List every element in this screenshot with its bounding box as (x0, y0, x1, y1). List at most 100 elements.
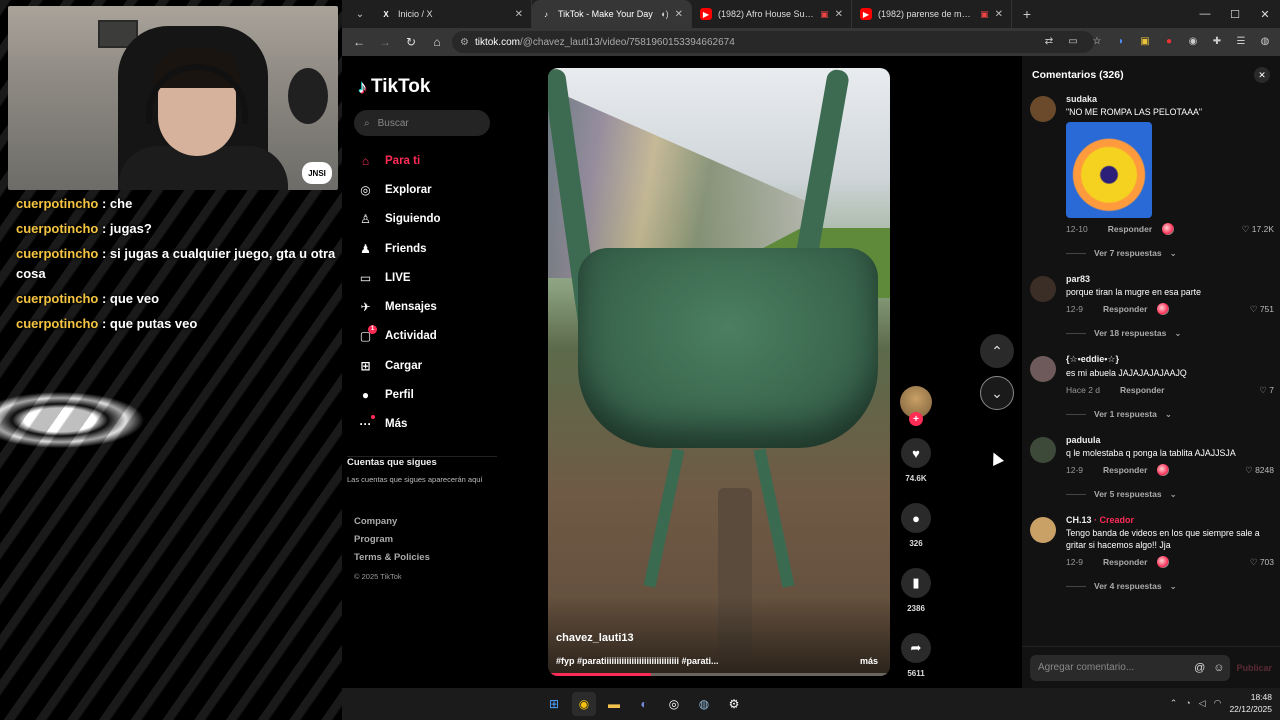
view-replies-button[interactable]: Ver 1 respuesta ⌄ (1066, 405, 1274, 423)
url-field[interactable]: ⚙ tiktok.com/@chavez_lauti13/video/75819… (452, 31, 1094, 53)
extension-b-icon[interactable]: ▣ (1138, 34, 1152, 48)
close-window-icon[interactable]: ✕ (1250, 0, 1280, 28)
file-explorer-icon[interactable]: ▬ (602, 692, 626, 716)
chrome-icon[interactable]: ◉ (572, 692, 596, 716)
comment-username[interactable]: par83 (1066, 274, 1274, 284)
mute-icon[interactable]: ▣ (820, 9, 829, 20)
footer-terms-link[interactable]: Terms & Policies (354, 552, 430, 570)
publish-button[interactable]: Publicar (1236, 663, 1272, 673)
site-info-icon[interactable]: ⚙ (460, 37, 469, 48)
avatar[interactable] (1030, 437, 1056, 463)
bookmark-star-icon[interactable]: ☆ (1090, 34, 1104, 48)
view-replies-button[interactable]: Ver 4 respuestas ⌄ (1066, 577, 1274, 595)
tab-search-icon[interactable]: ⌄ (348, 2, 372, 26)
sidebar-item-parati[interactable]: ⌂ Para ti (358, 146, 441, 175)
view-replies-button[interactable]: Ver 5 respuestas ⌄ (1066, 485, 1274, 503)
sidebar-item-siguiendo[interactable]: ♙ Siguiendo (358, 205, 440, 234)
video-author[interactable]: chavez_lauti13 (556, 632, 634, 644)
previous-video-button[interactable]: ⌃ (980, 334, 1014, 368)
extension-a-icon[interactable]: ◗ (1114, 34, 1128, 48)
search-input[interactable]: ⌕ Buscar (354, 110, 490, 136)
minimize-icon[interactable]: — (1190, 0, 1220, 28)
translate-icon[interactable]: ⇄ (1042, 34, 1056, 48)
sidebar-item-live[interactable]: ▭ LIVE (358, 263, 441, 292)
reply-button[interactable]: Responder (1103, 557, 1147, 567)
comment-input[interactable]: Agregar comentario... @ ☺ (1030, 654, 1231, 681)
browser-tab[interactable]: ▶ (1982) parense de manos - You ▣ ✕ (852, 0, 1012, 28)
volume-icon[interactable]: ◁ (1199, 698, 1206, 709)
home-browser-icon[interactable]: ⌂ (426, 31, 448, 53)
tab-close-icon[interactable]: ✕ (675, 9, 683, 20)
follow-plus-icon[interactable]: + (909, 412, 923, 426)
comment-icon[interactable]: ● (901, 503, 931, 533)
extension-d-icon[interactable]: ◉ (1186, 34, 1200, 48)
steam-icon[interactable]: ◍ (692, 692, 716, 716)
avatar[interactable] (1030, 517, 1056, 543)
comment-likes[interactable]: ♡ 17.2K (1242, 224, 1274, 235)
extension-c-icon[interactable]: ● (1162, 34, 1176, 48)
avatar[interactable] (1030, 356, 1056, 382)
reply-button[interactable]: Responder (1120, 385, 1164, 395)
avatar[interactable] (1030, 96, 1056, 122)
emoji-icon[interactable]: ☺ (1213, 662, 1224, 674)
author-avatar[interactable]: + (900, 386, 932, 426)
video-progress[interactable] (548, 673, 890, 676)
comment-likes[interactable]: ♡ 7 (1259, 385, 1274, 396)
sidebar-item-actividad[interactable]: ▢ 1 Actividad (358, 322, 441, 351)
view-replies-button[interactable]: Ver 18 respuestas ⌄ (1066, 324, 1274, 342)
obs-icon[interactable]: ◎ (662, 692, 686, 716)
bookmark-icon[interactable]: ▮ (901, 568, 931, 598)
share-action[interactable]: ➦ 5611 (898, 633, 934, 678)
back-icon[interactable]: ← (348, 31, 370, 53)
comment-likes[interactable]: ♡ 703 (1250, 557, 1274, 568)
mute-icon[interactable]: ▣ (980, 9, 989, 20)
forward-icon[interactable]: → (374, 31, 396, 53)
browser-tab[interactable]: X Inicio / X ✕ (372, 0, 532, 28)
more-link[interactable]: más (860, 656, 878, 666)
browser-tab[interactable]: ♪ TikTok - Make Your Day ◖) ✕ (532, 0, 692, 28)
avatar[interactable] (1030, 276, 1056, 302)
sidebar-item-perfil[interactable]: ● Perfil (358, 380, 441, 409)
share-icon[interactable]: ➦ (901, 633, 931, 663)
sidebar-item-ms[interactable]: ··· Más (358, 410, 441, 439)
sidebar-item-mensajes[interactable]: ✈ Mensajes (358, 292, 441, 321)
reload-icon[interactable]: ↻ (400, 31, 422, 53)
view-replies-button[interactable]: Ver 7 respuestas ⌄ (1066, 244, 1274, 262)
settings-icon[interactable]: ⚙ (722, 692, 746, 716)
footer-company-link[interactable]: Company (354, 516, 430, 534)
tab-close-icon[interactable]: ✕ (995, 9, 1003, 20)
reply-button[interactable]: Responder (1108, 224, 1152, 234)
network-icon[interactable]: ◔ (1185, 698, 1190, 708)
cast-icon[interactable]: ▭ (1066, 34, 1080, 48)
discord-icon[interactable]: ◐ (632, 692, 656, 716)
save-action[interactable]: ▮ 2386 (898, 568, 934, 613)
taskbar-clock[interactable]: 18:48 22/12/2025 (1229, 691, 1272, 715)
comment-action[interactable]: ● 326 (898, 503, 934, 548)
next-video-button[interactable]: ⌄ (980, 376, 1014, 410)
like-action[interactable]: ♥ 74.6K (898, 438, 934, 483)
side-panel-icon[interactable]: ☰ (1234, 34, 1248, 48)
new-tab-button[interactable]: + (1016, 3, 1038, 25)
reply-button[interactable]: Responder (1103, 465, 1147, 475)
sidebar-item-friends[interactable]: ♟ Friends (358, 234, 441, 263)
browser-tab[interactable]: ▶ (1982) Afro House Sunset M ▣ ✕ (692, 0, 852, 28)
tray-chevron-icon[interactable]: ⌃ (1170, 698, 1178, 709)
maximize-icon[interactable]: ☐ (1220, 0, 1250, 28)
video-player[interactable]: chavez_lauti13 #fyp #paratiiiiiiiiiiiiii… (548, 68, 890, 676)
sidebar-item-cargar[interactable]: ⊞ Cargar (358, 351, 441, 380)
wifi-icon[interactable]: ◠ (1214, 698, 1222, 709)
tab-close-icon[interactable]: ✕ (515, 9, 523, 20)
footer-program-link[interactable]: Program (354, 534, 430, 552)
comment-username[interactable]: CH.13 · Creador (1066, 515, 1274, 525)
comment-username[interactable]: {☆•eddie•☆} (1066, 354, 1274, 365)
profile-avatar-icon[interactable]: ◍ (1258, 34, 1272, 48)
heart-icon[interactable]: ♥ (901, 438, 931, 468)
audio-icon[interactable]: ◖) (660, 9, 668, 19)
comment-likes[interactable]: ♡ 8248 (1245, 465, 1274, 476)
extensions-puzzle-icon[interactable]: ✚ (1210, 34, 1224, 48)
mention-icon[interactable]: @ (1194, 662, 1205, 674)
reply-button[interactable]: Responder (1103, 304, 1147, 314)
close-icon[interactable]: ✕ (1254, 67, 1270, 83)
comment-likes[interactable]: ♡ 751 (1250, 304, 1274, 315)
comment-username[interactable]: sudaka (1066, 94, 1274, 104)
